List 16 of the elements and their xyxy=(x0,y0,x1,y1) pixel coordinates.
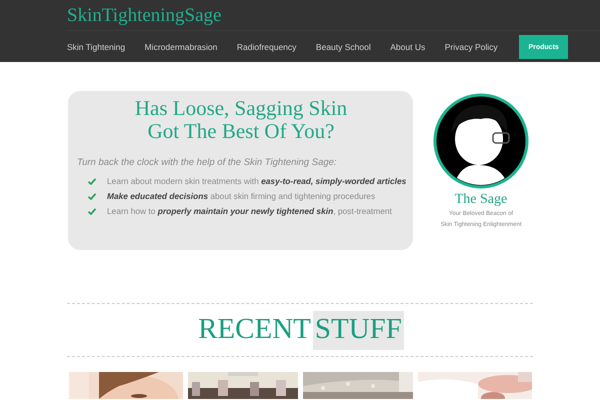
feature-text: Learn how to properly maintain your newly tightened skin, post-treatment xyxy=(107,206,392,216)
nav-link[interactable]: About Us xyxy=(390,42,426,52)
hero-title: Got The Best Of You? xyxy=(146,120,336,143)
sage-name: The Sage xyxy=(454,192,508,208)
nav-link[interactable]: Microdermabrasion xyxy=(144,42,218,52)
nav-link[interactable]: Skin Tightening xyxy=(67,42,126,52)
nav-link[interactable]: Radiofrequency xyxy=(236,42,296,52)
hero-title: Has Loose, Sagging Skin xyxy=(134,97,348,120)
feature-text: Learn about modern skin treatments with easy-to-read, simply-worded articles xyxy=(107,176,406,186)
nav-link[interactable]: Privacy Policy xyxy=(444,42,498,52)
nav-link[interactable]: Beauty School xyxy=(316,42,371,52)
section-heading: RECENT xyxy=(197,312,312,346)
feature-text: Make educated decisions about skin firming and tightening procedures xyxy=(107,191,376,201)
section-heading: STUFF xyxy=(312,310,404,350)
intro-text: Turn back the clock with the help of the Skin Tightening Sage: xyxy=(77,157,338,168)
site-logo[interactable]: SkinTighteningSage xyxy=(67,6,222,26)
